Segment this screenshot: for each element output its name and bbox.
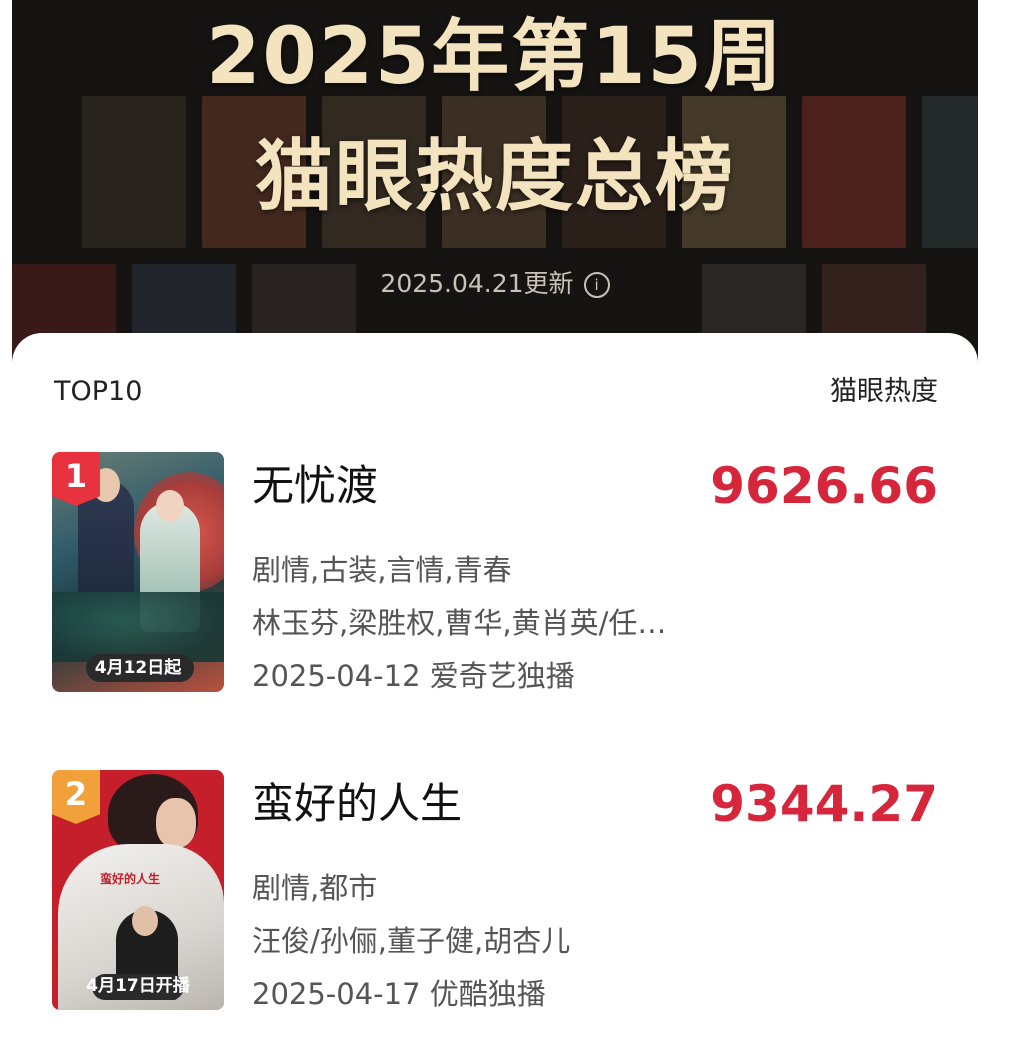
poster-figure <box>156 490 184 522</box>
poster-date: 4月17日开播 <box>86 976 190 996</box>
drama-release: 2025-04-17 优酷独播 <box>252 977 546 1011</box>
poster-figure <box>132 906 158 936</box>
heat-score: 9344.27 <box>710 775 938 833</box>
ranking-item-2[interactable]: 蛮好的人生 4月17日开播 2 蛮好的人生 9344.27 剧情,都市 汪俊/孙… <box>0 770 1022 1020</box>
drama-poster[interactable]: 4月12日起 1 <box>52 452 224 692</box>
heat-column-label: 猫眼热度 <box>830 376 938 407</box>
drama-title[interactable]: 无忧渡 <box>252 460 378 512</box>
drama-genres: 剧情,都市 <box>252 871 378 905</box>
poster-art <box>52 592 224 662</box>
update-info: 2025.04.21更新 i <box>12 266 978 302</box>
info-icon[interactable]: i <box>583 272 610 298</box>
page-title-week: 2025年第15周 <box>206 12 784 102</box>
drama-genres: 剧情,古装,言情,青春 <box>252 553 512 587</box>
update-date: 2025.04.21更新 <box>380 269 574 298</box>
top10-label: TOP10 <box>54 376 143 407</box>
drama-cast: 汪俊/孙俪,董子健,胡杏儿 <box>252 924 571 958</box>
rank-badge: 2 <box>52 770 100 824</box>
poster-figure <box>156 798 196 848</box>
drama-release: 2025-04-12 爱奇艺独播 <box>252 659 575 693</box>
rank-badge: 1 <box>52 452 100 506</box>
drama-title[interactable]: 蛮好的人生 <box>252 778 462 830</box>
poster-title: 蛮好的人生 <box>100 872 161 886</box>
drama-cast: 林玉芬,梁胜权,曹华,黄肖英/任… <box>252 606 667 640</box>
page-title-chart: 猫眼热度总榜 <box>254 132 735 222</box>
header-banner: 2025年第15周 猫眼热度总榜 2025.04.21更新 i <box>12 0 978 380</box>
ranking-page: 2025年第15周 猫眼热度总榜 2025.04.21更新 i TOP10 猫眼热… <box>0 0 1022 1044</box>
heat-score: 9626.66 <box>710 457 938 515</box>
poster-date: 4月12日起 <box>94 658 182 678</box>
drama-poster[interactable]: 蛮好的人生 4月17日开播 2 <box>52 770 224 1010</box>
ranking-item-1[interactable]: 4月12日起 1 无忧渡 9626.66 剧情,古装,言情,青春 林玉芬,梁胜权… <box>0 452 1022 702</box>
